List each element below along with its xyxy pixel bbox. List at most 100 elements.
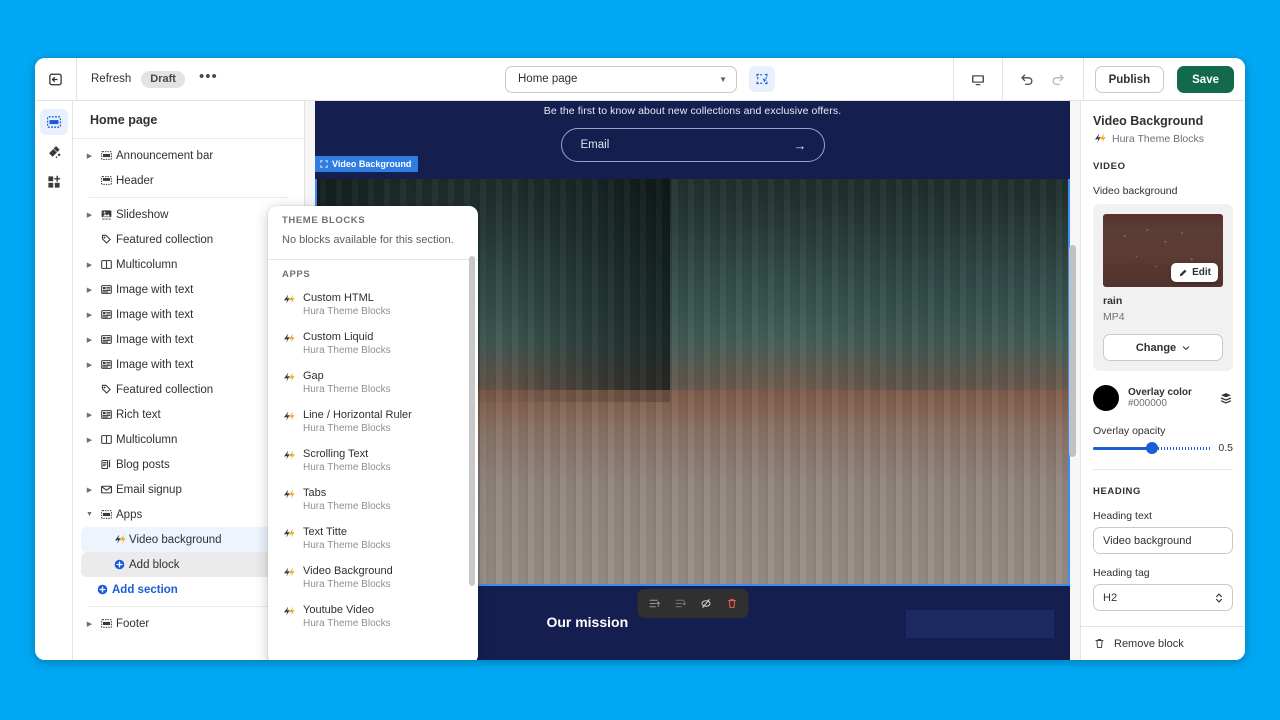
sidebar-item-image-with-text[interactable]: ▶ Image with text	[81, 327, 296, 352]
edit-video-button[interactable]: Edit	[1171, 263, 1218, 282]
chevron-right-icon[interactable]: ▶	[83, 486, 96, 494]
app-block-item[interactable]: Gap Hura Theme Blocks	[268, 364, 478, 403]
sidebar-item-featured-collection[interactable]: ▶Featured collection	[81, 377, 296, 402]
preview-email-signup-section: Be the first to know about new collectio…	[315, 101, 1070, 179]
sidebar-item-email-signup[interactable]: ▶ Email signup	[81, 477, 296, 502]
app-block-provider: Hura Theme Blocks	[303, 345, 391, 356]
sidebar-item-multicolumn[interactable]: ▶ Multicolumn	[81, 252, 296, 277]
move-up-button[interactable]	[647, 597, 660, 610]
chevron-right-icon[interactable]: ▶	[83, 620, 96, 628]
sidebar-item-image-with-text[interactable]: ▶ Image with text	[81, 352, 296, 377]
chevron-right-icon[interactable]: ▶	[83, 411, 96, 419]
preview-scrollbar-thumb[interactable]	[1069, 245, 1076, 457]
undo-button[interactable]	[1014, 67, 1040, 93]
app-block-item[interactable]: Custom HTML Hura Theme Blocks	[268, 286, 478, 325]
delete-block-button[interactable]	[725, 597, 738, 610]
hide-block-button[interactable]	[699, 597, 712, 610]
rail-item-apps[interactable]	[40, 169, 68, 195]
chevron-down-icon	[1182, 345, 1190, 350]
video-field-label: Video background	[1093, 185, 1178, 197]
arrow-right-icon[interactable]: →	[794, 138, 807, 153]
more-options-button[interactable]: •••	[195, 68, 222, 90]
app-block-provider: Hura Theme Blocks	[303, 618, 391, 629]
section-type-icon	[96, 383, 116, 396]
slider-knob[interactable]	[1145, 442, 1158, 454]
overlay-color-swatch[interactable]	[1093, 385, 1119, 411]
chevron-right-icon[interactable]: ▶	[83, 436, 96, 444]
video-thumbnail[interactable]: Edit	[1103, 214, 1223, 287]
layers-icon[interactable]	[1219, 391, 1233, 405]
chevron-down-icon[interactable]: ▼	[83, 511, 96, 518]
sidebar-item-header[interactable]: ▶Header	[81, 168, 296, 193]
chevron-right-icon[interactable]: ▶	[83, 211, 96, 219]
sidebar-item-image-with-text[interactable]: ▶ Image with text	[81, 302, 296, 327]
save-button[interactable]: Save	[1177, 66, 1234, 93]
preview-announcement-text: Be the first to know about new collectio…	[543, 105, 842, 117]
sidebar-item-rich-text[interactable]: ▶ Rich text	[81, 402, 296, 427]
settings-scroll-area: Video Background Hura Theme Blocks VIDEO…	[1081, 101, 1245, 621]
plus-circle-icon	[92, 583, 112, 596]
sidebar-item-announcement-bar[interactable]: ▶ Announcement bar	[81, 143, 296, 168]
rail-item-theme-settings[interactable]	[40, 139, 68, 165]
hide-icon	[700, 599, 711, 608]
block-action-toolbar	[637, 589, 748, 618]
app-block-item[interactable]: Scrolling Text Hura Theme Blocks	[268, 442, 478, 481]
heading-tag-select[interactable]: H2	[1093, 584, 1233, 611]
page-selector[interactable]: Home page ▼	[505, 65, 737, 93]
sidebar-item-blog-posts[interactable]: ▶Blog posts	[81, 452, 296, 477]
overlay-opacity-slider[interactable]	[1093, 442, 1211, 454]
footer-icon	[100, 619, 112, 628]
remove-block-button[interactable]: Remove block	[1114, 638, 1184, 650]
heading-text-input[interactable]: Video background	[1093, 527, 1233, 554]
publish-button[interactable]: Publish	[1094, 66, 1165, 93]
chevron-right-icon[interactable]: ▶	[83, 311, 96, 319]
popover-scrollbar-thumb[interactable]	[469, 256, 475, 586]
sidebar-block-video-background[interactable]: Video background	[81, 527, 296, 552]
app-block-item[interactable]: Tabs Hura Theme Blocks	[268, 481, 478, 520]
section-type-icon	[96, 208, 116, 221]
add-section-button[interactable]: Add section	[81, 577, 296, 602]
collection-icon	[101, 234, 111, 244]
refresh-button[interactable]: Refresh	[91, 73, 131, 85]
sidebar-item-footer[interactable]: ▶ Footer	[81, 611, 296, 636]
hura-app-icon	[282, 604, 295, 623]
add-block-popover: THEME BLOCKS No blocks available for thi…	[268, 206, 478, 660]
app-block-item[interactable]: Line / Horizontal Ruler Hura Theme Blocks	[268, 403, 478, 442]
sections-icon	[46, 116, 61, 128]
sidebar-item-label: Image with text	[116, 308, 194, 321]
desktop-preview-button[interactable]	[965, 67, 991, 93]
overlay-opacity-label: Overlay opacity	[1093, 425, 1166, 437]
sidebar-item-apps[interactable]: ▼ Apps	[81, 502, 296, 527]
chevron-right-icon[interactable]: ▶	[83, 336, 96, 344]
section-type-icon	[96, 617, 116, 630]
overlay-color-text: Overlay color #000000	[1128, 387, 1210, 409]
chevron-right-icon[interactable]: ▶	[83, 361, 96, 369]
sidebar-item-multicolumn[interactable]: ▶ Multicolumn	[81, 427, 296, 452]
rail-item-sections[interactable]	[39, 109, 68, 135]
app-block-item[interactable]: Youtube Video Hura Theme Blocks	[268, 598, 478, 637]
preview-scrollbar[interactable]	[1069, 105, 1076, 656]
sidebar-item-featured-collection[interactable]: ▶Featured collection	[81, 227, 296, 252]
popover-scrollbar[interactable]	[469, 256, 475, 656]
chevron-right-icon[interactable]: ▶	[83, 286, 96, 294]
redo-button[interactable]	[1046, 67, 1072, 93]
app-block-item[interactable]: Text Titte Hura Theme Blocks	[268, 520, 478, 559]
exit-editor-button[interactable]	[35, 58, 77, 101]
sidebar-block-add-block[interactable]: Add block	[81, 552, 296, 577]
chevron-right-icon[interactable]: ▶	[83, 152, 96, 160]
sidebar-item-image-with-text[interactable]: ▶ Image with text	[81, 277, 296, 302]
app-block-provider: Hura Theme Blocks	[303, 384, 391, 395]
chevron-right-icon[interactable]: ▶	[83, 261, 96, 269]
move-down-button[interactable]	[673, 597, 686, 610]
change-video-button[interactable]: Change	[1103, 334, 1223, 361]
theme-blocks-heading: THEME BLOCKS	[282, 215, 366, 226]
device-group	[952, 58, 1002, 101]
selected-block-badge[interactable]: Video Background	[315, 156, 419, 172]
hura-app-icon	[282, 487, 295, 506]
inspector-toggle-button[interactable]	[749, 66, 775, 92]
app-block-item[interactable]: Video Background Hura Theme Blocks	[268, 559, 478, 598]
settings-app-name: Hura Theme Blocks	[1112, 132, 1205, 145]
sidebar-item-slideshow[interactable]: ▶ Slideshow	[81, 202, 296, 227]
preview-email-input[interactable]: Email →	[560, 128, 825, 162]
app-block-item[interactable]: Custom Liquid Hura Theme Blocks	[268, 325, 478, 364]
